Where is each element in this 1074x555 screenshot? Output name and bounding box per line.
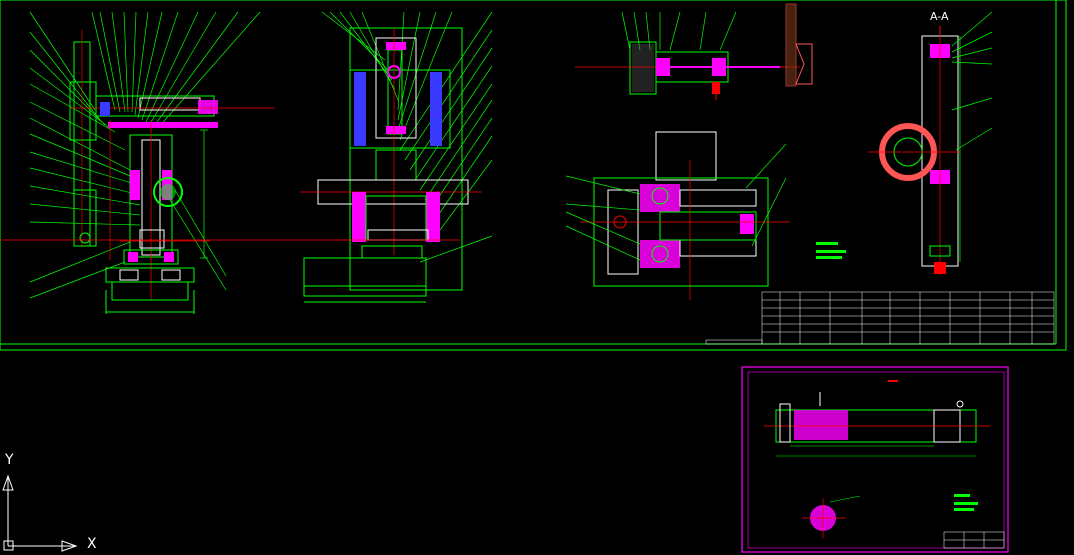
leader-lines-view2 xyxy=(321,11,493,263)
main-column xyxy=(120,120,210,300)
side-base xyxy=(303,257,427,303)
machine-base xyxy=(105,267,195,314)
left-column xyxy=(69,30,97,247)
ucs-y-label: Y xyxy=(5,452,14,468)
detail-sheet[interactable] xyxy=(741,366,1009,553)
view-gripper[interactable] xyxy=(565,131,846,300)
view-top-cylinder[interactable] xyxy=(575,3,813,100)
view-machine-side[interactable] xyxy=(300,11,493,303)
section-aa-label: A-A xyxy=(930,10,949,23)
ucs-x-label: X xyxy=(87,536,97,552)
dimensions-view1 xyxy=(109,120,208,260)
title-block[interactable] xyxy=(705,291,1055,345)
view-machine-front[interactable] xyxy=(0,11,350,314)
ucs-icon xyxy=(2,474,78,552)
side-lower-assembly xyxy=(300,149,482,259)
note-block-green xyxy=(816,242,846,259)
view-section-aa[interactable]: A-A xyxy=(868,10,993,275)
cad-drawing-canvas[interactable]: A-A xyxy=(0,0,1074,555)
mounting-wall xyxy=(785,3,813,87)
